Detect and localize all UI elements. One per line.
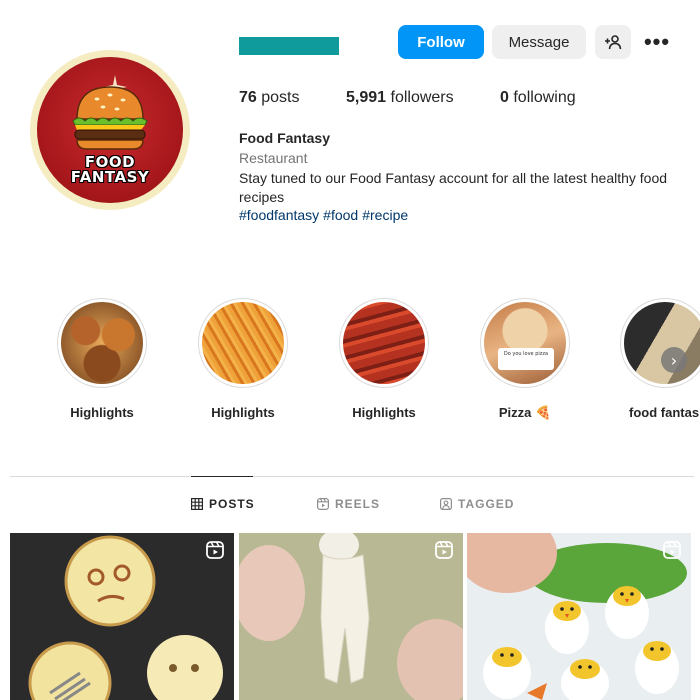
highlight-cover	[57, 298, 147, 388]
highlight-cover	[620, 298, 700, 388]
highlight-item[interactable]: Do you love pizza Pizza 🍕	[465, 298, 585, 421]
following-count-value: 0	[500, 89, 509, 106]
followers-link[interactable]: 5,991 followers	[346, 89, 454, 107]
highlight-item[interactable]: Highlights	[183, 298, 303, 420]
post-image	[239, 533, 463, 700]
highlight-card-text: Do you love pizza	[498, 348, 554, 370]
highlight-cover	[339, 298, 429, 388]
post-image	[467, 533, 691, 700]
tab-label: POSTS	[209, 497, 255, 511]
reel-icon	[206, 541, 224, 559]
follow-button[interactable]: Follow	[398, 25, 484, 59]
post-thumbnail[interactable]	[467, 533, 691, 700]
highlight-image: Do you love pizza	[484, 302, 566, 384]
highlight-image	[202, 302, 284, 384]
reel-icon	[663, 541, 681, 559]
profile-category: Restaurant	[239, 150, 308, 166]
posts-count: 76 posts	[239, 89, 300, 107]
tabs-divider	[10, 476, 694, 477]
highlight-label: Highlights	[211, 405, 275, 420]
highlight-image	[624, 302, 700, 384]
post-thumbnail[interactable]	[239, 533, 463, 700]
tab-reels[interactable]: REELS	[317, 497, 380, 511]
tagged-icon	[440, 498, 452, 510]
message-button[interactable]: Message	[492, 25, 586, 59]
hashtag-link[interactable]: #foodfantasy	[239, 207, 319, 223]
posts-count-value: 76	[239, 89, 257, 106]
highlight-item[interactable]: Highlights	[324, 298, 444, 420]
reel-icon	[435, 541, 453, 559]
logo-text-line2: FANTASY	[70, 168, 150, 186]
hashtag-link[interactable]: #food	[323, 207, 358, 223]
tab-tagged[interactable]: TAGGED	[440, 497, 514, 511]
active-tab-indicator	[191, 476, 253, 477]
profile-avatar[interactable]: FOOD FANTASY	[30, 50, 190, 210]
following-link[interactable]: 0 following	[500, 89, 576, 107]
highlight-label: Pizza 🍕	[498, 405, 552, 420]
post-image	[10, 533, 234, 700]
more-options-icon[interactable]: •••	[640, 25, 674, 59]
add-user-icon	[605, 35, 622, 50]
highlight-label: food fantas	[629, 405, 700, 420]
tab-posts[interactable]: POSTS	[191, 497, 255, 511]
following-count-label: following	[513, 89, 576, 106]
bio-hashtags: #foodfantasy #food #recipe	[239, 207, 412, 223]
chevron-right-icon[interactable]: ›	[661, 347, 687, 373]
username-redacted	[239, 37, 339, 55]
hashtag-link[interactable]: #recipe	[362, 207, 408, 223]
posts-count-label: posts	[261, 89, 300, 106]
highlight-image	[343, 302, 425, 384]
highlight-cover	[198, 298, 288, 388]
profile-bio: Stay tuned to our Food Fantasy account f…	[239, 170, 668, 205]
suggest-user-button[interactable]	[595, 25, 631, 59]
reels-icon	[317, 498, 329, 510]
avatar-logo: FOOD FANTASY	[37, 57, 183, 203]
post-thumbnail[interactable]	[10, 533, 234, 700]
highlight-image	[61, 302, 143, 384]
highlight-label: Highlights	[70, 405, 134, 420]
tab-label: TAGGED	[458, 497, 515, 511]
followers-count-label: followers	[390, 89, 454, 106]
profile-name: Food Fantasy	[239, 130, 331, 146]
highlight-label: Highlights	[352, 405, 416, 420]
highlight-item[interactable]: Highlights	[42, 298, 162, 420]
highlight-cover: Do you love pizza	[480, 298, 570, 388]
tab-label: REELS	[335, 497, 381, 511]
followers-count-value: 5,991	[346, 89, 387, 106]
grid-icon	[191, 498, 203, 510]
